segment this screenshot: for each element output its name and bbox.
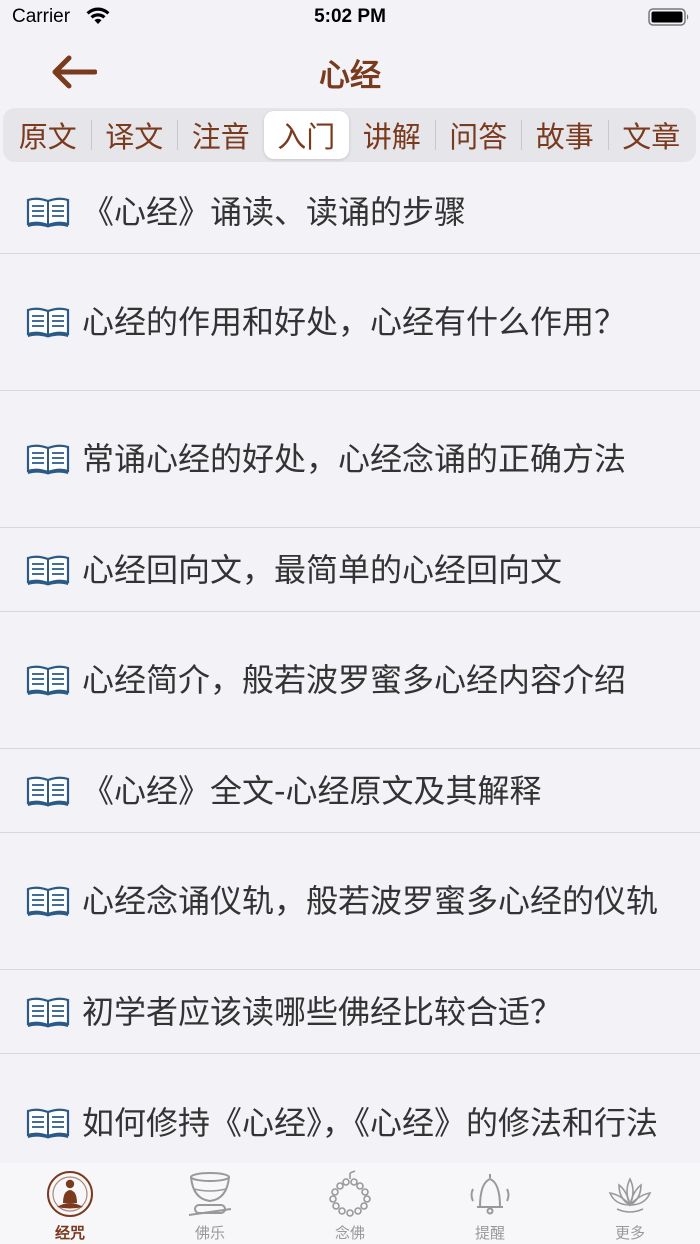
- tab-zhuyin[interactable]: 注音: [178, 111, 264, 159]
- open-book-icon: [26, 444, 70, 475]
- open-book-icon: [26, 1108, 70, 1138]
- status-bar: Carrier 5:02 PM: [0, 0, 700, 36]
- list-item-title: 《心经》全文-心经原文及其解释: [82, 771, 542, 810]
- status-time: 5:02 PM: [314, 6, 386, 27]
- open-book-icon: [26, 307, 70, 338]
- list-item[interactable]: 心经的作用和好处，心经有什么作用？: [0, 254, 700, 391]
- list-item[interactable]: 常诵心经的好处，心经念诵的正确方法: [0, 391, 700, 528]
- list-item[interactable]: 心经念诵仪轨，般若波罗蜜多心经的仪轨: [0, 833, 700, 970]
- open-book-icon: [26, 197, 70, 227]
- list-item[interactable]: 初学者应该读哪些佛经比较合适？: [0, 970, 700, 1054]
- singing-bowl-icon: [188, 1172, 232, 1216]
- list-item[interactable]: 《心经》全文-心经原文及其解释: [0, 749, 700, 833]
- list-item-title: 心经念诵仪轨，般若波罗蜜多心经的仪轨: [82, 882, 659, 920]
- open-book-icon: [26, 886, 70, 917]
- list-item-title: 心经简介，般若波罗蜜多心经内容介绍: [82, 661, 627, 699]
- tabbar-item-fole[interactable]: 佛乐: [140, 1163, 280, 1244]
- tab-gushi[interactable]: 故事: [522, 111, 608, 159]
- list-item-title: 如何修持《心经》，《心经》的修法和行法: [82, 1103, 659, 1142]
- open-book-icon: [26, 776, 70, 806]
- tab-yuanwen[interactable]: 原文: [5, 111, 91, 159]
- tab-rumen[interactable]: 入门: [263, 111, 349, 159]
- lotus-icon: [608, 1177, 652, 1213]
- tabbar-label: 念佛: [334, 1224, 365, 1242]
- tabbar-item-nianfo[interactable]: 念佛: [280, 1163, 420, 1244]
- bell-icon: [470, 1174, 510, 1215]
- open-book-icon: [26, 555, 70, 585]
- list-item-title: 心经回向文，最简单的心经回向文: [82, 550, 563, 589]
- list-item[interactable]: 《心经》诵读、读诵的步骤: [0, 170, 700, 254]
- tabbar-label: 佛乐: [194, 1224, 225, 1242]
- list-item[interactable]: 心经简介，般若波罗蜜多心经内容介绍: [0, 612, 700, 749]
- tab-wenzhang[interactable]: 文章: [609, 111, 695, 159]
- segmented-tabs: 原文 译文 注音 入门 讲解 问答 故事 文章: [3, 108, 696, 162]
- tab-yiwen[interactable]: 译文: [92, 111, 178, 159]
- tabbar-label: 经咒: [54, 1224, 85, 1242]
- bottom-tab-bar: 经咒 佛乐 念佛 提醒 更多: [0, 1163, 700, 1244]
- article-list: 《心经》诵读、读诵的步骤 心经的作用和好处，心经有什么作用？ 常诵心经的好处，心…: [0, 170, 700, 1191]
- list-item-title: 心经的作用和好处，心经有什么作用？: [82, 303, 627, 341]
- list-item[interactable]: 心经回向文，最简单的心经回向文: [0, 528, 700, 612]
- tab-wenda[interactable]: 问答: [436, 111, 522, 159]
- open-book-icon: [26, 665, 70, 696]
- navigation-bar: 心经: [0, 36, 700, 104]
- list-item-title: 常诵心经的好处，心经念诵的正确方法: [82, 440, 627, 478]
- tabbar-item-tixing[interactable]: 提醒: [420, 1163, 560, 1244]
- tabbar-item-jingzhou[interactable]: 经咒: [0, 1163, 140, 1244]
- prayer-beads-icon: [329, 1170, 371, 1217]
- battery-icon: [648, 8, 689, 26]
- open-book-icon: [26, 997, 70, 1027]
- tabbar-item-gengduo[interactable]: 更多: [560, 1163, 700, 1244]
- buddha-icon: [47, 1171, 93, 1217]
- tabbar-label: 更多: [614, 1224, 645, 1242]
- page-title: 心经: [319, 58, 381, 94]
- list-item-title: 初学者应该读哪些佛经比较合适？: [82, 992, 563, 1031]
- tabbar-label: 提醒: [474, 1224, 505, 1242]
- tab-jiangjie[interactable]: 讲解: [349, 111, 435, 159]
- list-item-title: 《心经》诵读、读诵的步骤: [82, 192, 467, 231]
